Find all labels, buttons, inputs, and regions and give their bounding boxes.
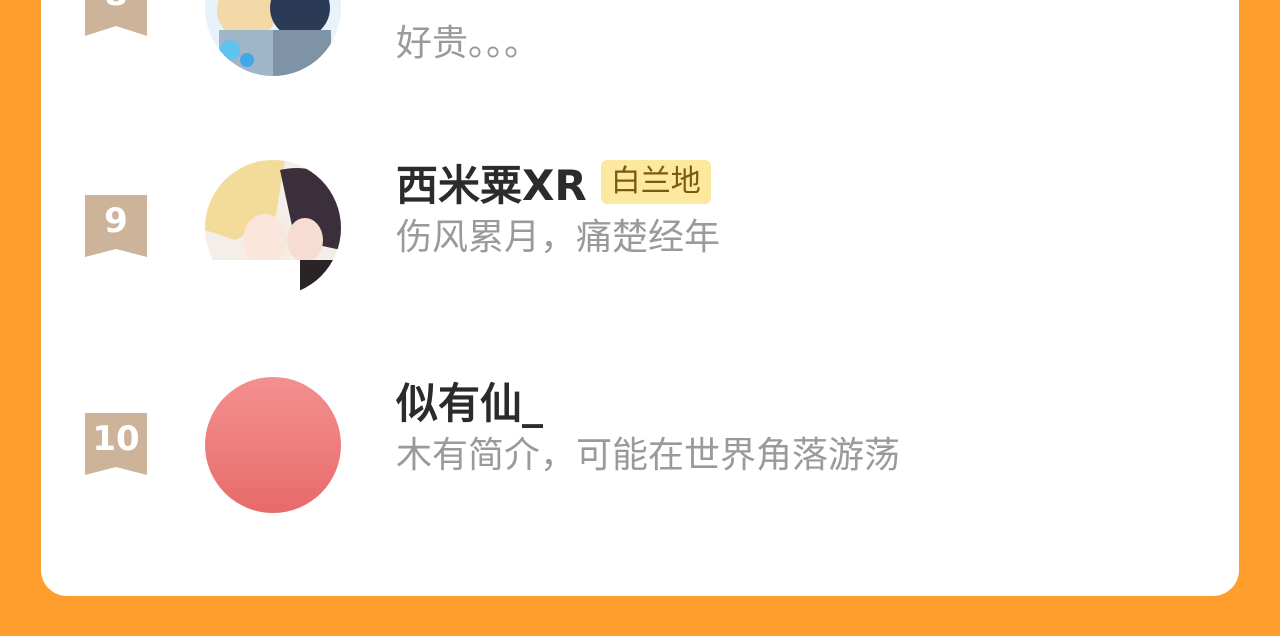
user-name[interactable]: 似有仙_ (396, 370, 543, 431)
user-bio: 木有简介，可能在世界角落游荡 (396, 435, 901, 476)
rank-number: 9 (104, 201, 128, 241)
rank-number: 8 (85, 0, 147, 14)
rank-badge: 10 (85, 413, 147, 477)
ranking-row[interactable]: 10 似有仙_ 木有简介，可能在世界角落游荡 (41, 376, 1239, 516)
user-name[interactable]: 西米粟XR (396, 152, 587, 213)
name-line: 似有仙_ (396, 376, 543, 428)
user-avatar[interactable] (205, 0, 341, 76)
ranking-card: 8 好贵。。。 9 (41, 0, 1239, 596)
user-bio: 好贵。。。 (396, 23, 541, 64)
user-bio: 伤风累月，痛楚经年 (396, 217, 721, 258)
user-avatar[interactable] (205, 160, 341, 296)
ranking-row[interactable]: 8 好贵。。。 (41, 0, 1239, 100)
rank-badge: 8 (85, 0, 147, 36)
rank-badge: 9 (85, 195, 147, 259)
user-tag: 白兰地 (600, 160, 711, 204)
ranking-row[interactable]: 9 西米粟XR 白兰地 伤风累月，痛楚经年 (41, 158, 1239, 298)
user-avatar[interactable] (205, 377, 341, 513)
rank-number: 10 (92, 419, 140, 459)
name-line: 西米粟XR 白兰地 (396, 158, 711, 210)
